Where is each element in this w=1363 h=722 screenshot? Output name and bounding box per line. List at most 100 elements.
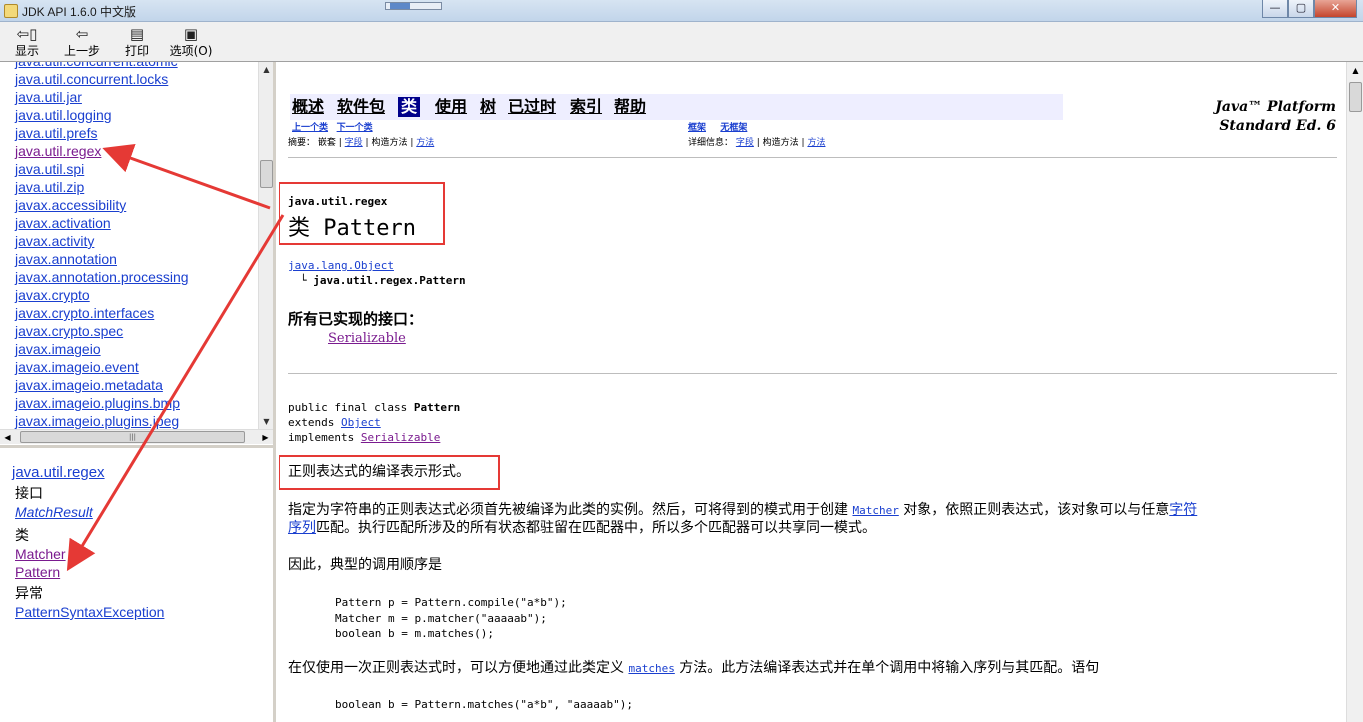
- no-frames-link[interactable]: 无框架: [720, 123, 747, 133]
- navigation-pane: java.util.concurrent.atomic java.util.co…: [0, 62, 276, 722]
- package-link[interactable]: javax.crypto: [15, 286, 258, 304]
- summary-method-link[interactable]: 方法: [416, 138, 434, 148]
- package-link[interactable]: javax.imageio: [15, 340, 258, 358]
- top-navbar: 概述 软件包 类 使用 树 已过时 索引 帮助: [290, 94, 1063, 120]
- matches-link[interactable]: matches: [428, 627, 474, 640]
- package-link[interactable]: javax.crypto.interfaces: [15, 304, 258, 322]
- package-link[interactable]: java.util.concurrent.locks: [15, 70, 258, 88]
- detail-field-link[interactable]: 字段: [736, 138, 754, 148]
- interface-link[interactable]: MatchResult: [15, 503, 267, 521]
- nav-overview[interactable]: 概述: [292, 97, 324, 117]
- package-link[interactable]: javax.imageio.plugins.bmp: [15, 394, 258, 412]
- class-link-pattern[interactable]: Pattern: [15, 563, 267, 581]
- nav-use[interactable]: 使用: [435, 97, 467, 117]
- toolbar: ⇦▯ 显示 ⇦ 上一步 ▤ 打印 ▣ 选项(O): [0, 22, 1363, 62]
- package-link[interactable]: javax.imageio.plugins.jpeg: [15, 412, 258, 429]
- package-link[interactable]: javax.crypto.spec: [15, 322, 258, 340]
- divider: [288, 157, 1337, 158]
- compile-link[interactable]: compile: [467, 596, 513, 609]
- implemented-interfaces: Serializable: [328, 330, 406, 348]
- package-class-frame: java.util.regex 接口 MatchResult 类 Matcher…: [12, 464, 267, 621]
- loading-indicator: [385, 2, 442, 10]
- frame-divider[interactable]: [0, 445, 276, 448]
- package-link[interactable]: java.util.jar: [15, 88, 258, 106]
- nav-package[interactable]: 软件包: [337, 97, 385, 117]
- implements-serializable-link[interactable]: Serializable: [361, 431, 440, 444]
- exception-link[interactable]: PatternSyntaxException: [15, 603, 267, 621]
- close-button[interactable]: ✕: [1314, 0, 1357, 18]
- platform-label: Java™ Platform Standard Ed. 6: [1215, 99, 1336, 134]
- print-button[interactable]: ▤ 打印: [122, 24, 152, 58]
- options-button[interactable]: ▣ 选项(O): [168, 24, 214, 58]
- nav-tree[interactable]: 树: [480, 97, 496, 117]
- summary-nav: 摘要： 嵌套 | 字段 | 构造方法 | 方法: [288, 138, 435, 148]
- package-link[interactable]: java.util.prefs: [15, 124, 258, 142]
- nav-help[interactable]: 帮助: [614, 97, 646, 117]
- class-summary: 正则表达式的编译表示形式。: [288, 464, 470, 480]
- serializable-link[interactable]: Serializable: [328, 331, 406, 346]
- nav-class: 类: [398, 97, 421, 117]
- scroll-up-icon[interactable]: ▲: [1347, 62, 1363, 79]
- printer-icon: ▤: [129, 25, 145, 43]
- package-link[interactable]: java.util.zip: [15, 178, 258, 196]
- scroll-down-icon[interactable]: ▼: [259, 414, 274, 429]
- charsequence-link[interactable]: 序列: [288, 520, 316, 536]
- scroll-right-icon[interactable]: ▶: [258, 430, 273, 445]
- scroll-up-icon[interactable]: ▲: [259, 62, 274, 77]
- package-link[interactable]: java.util.concurrent.atomic: [15, 62, 258, 70]
- detail-method-link[interactable]: 方法: [807, 138, 825, 148]
- package-link[interactable]: javax.accessibility: [15, 196, 258, 214]
- scroll-thumb[interactable]: [260, 160, 273, 188]
- charsequence-link[interactable]: 字符: [1169, 502, 1197, 518]
- maximize-button[interactable]: ▢: [1288, 0, 1314, 18]
- package-list-vscroll[interactable]: ▲ ▼: [258, 62, 273, 429]
- package-link[interactable]: javax.imageio.event: [15, 358, 258, 376]
- scroll-thumb[interactable]: |||: [20, 431, 245, 443]
- show-icon: ⇦▯: [16, 25, 38, 43]
- tree-branch-icon: └: [300, 274, 307, 287]
- package-link[interactable]: javax.activation: [15, 214, 258, 232]
- class-package-name: java.util.regex: [288, 195, 388, 208]
- nav-index[interactable]: 索引: [570, 97, 602, 117]
- object-link[interactable]: java.lang.Object: [288, 259, 394, 272]
- package-link[interactable]: java.util.logging: [15, 106, 258, 124]
- package-link[interactable]: java.util.spi: [15, 160, 258, 178]
- detail-nav: 详细信息： 字段 | 构造方法 | 方法: [688, 138, 826, 148]
- minimize-button[interactable]: —: [1262, 0, 1288, 18]
- frames-link[interactable]: 框架: [688, 123, 706, 133]
- matches-paragraph: 在仅使用一次正则表达式时，可以方便地通过此类定义 matches 方法。此方法编…: [288, 660, 1100, 676]
- class-nav: 上一个类 下一个类: [292, 122, 373, 135]
- class-link-matcher[interactable]: Matcher: [15, 545, 267, 563]
- package-list-hscroll[interactable]: ◀ ||| ▶: [0, 429, 273, 444]
- next-class-link[interactable]: 下一个类: [337, 123, 373, 133]
- matches-static-link[interactable]: matches: [628, 662, 674, 675]
- prev-class-link[interactable]: 上一个类: [292, 123, 328, 133]
- usage-intro: 因此，典型的调用顺序是: [288, 557, 442, 573]
- back-arrow-icon: ⇦: [75, 25, 89, 43]
- matcher-link[interactable]: Matcher: [852, 504, 898, 517]
- package-link-regex[interactable]: java.util.regex: [15, 142, 258, 160]
- page-title: 类 Pattern: [288, 216, 416, 241]
- package-link[interactable]: javax.imageio.metadata: [15, 376, 258, 394]
- classes-heading: 类: [15, 528, 29, 544]
- package-link[interactable]: javax.annotation: [15, 250, 258, 268]
- package-link[interactable]: javax.activity: [15, 232, 258, 250]
- summary-field-link[interactable]: 字段: [345, 138, 363, 148]
- divider: [288, 373, 1337, 374]
- code-example: Pattern p = Pattern.compile("a*b"); Matc…: [335, 596, 567, 640]
- nav-deprecated[interactable]: 已过时: [508, 97, 556, 117]
- options-icon: ▣: [183, 25, 199, 43]
- matcher-method-link[interactable]: matcher: [428, 612, 474, 625]
- show-button[interactable]: ⇦▯ 显示: [12, 24, 42, 58]
- content-vscroll[interactable]: ▲: [1346, 62, 1363, 722]
- class-declaration: public final class Pattern extends Objec…: [288, 401, 461, 444]
- package-link[interactable]: javax.annotation.processing: [15, 268, 258, 286]
- extends-object-link[interactable]: Object: [341, 416, 381, 429]
- class-hierarchy: java.lang.Object └ java.util.regex.Patte…: [288, 259, 466, 287]
- package-title-link[interactable]: java.util.regex: [12, 464, 267, 482]
- back-button[interactable]: ⇦ 上一步: [62, 24, 102, 58]
- scroll-thumb[interactable]: [1349, 82, 1362, 112]
- title-bar: JDK API 1.6.0 中文版 — ▢ ✕: [0, 0, 1363, 22]
- code-example-2: boolean b = Pattern.matches("a*b", "aaaa…: [335, 698, 634, 711]
- scroll-left-icon[interactable]: ◀: [0, 430, 15, 445]
